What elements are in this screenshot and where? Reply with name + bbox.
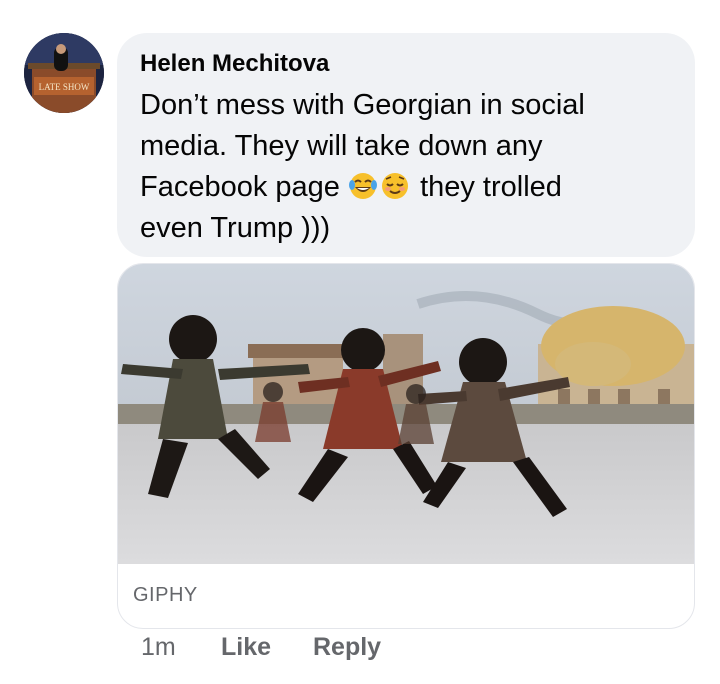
like-button[interactable]: Like (221, 633, 313, 662)
comment-line: media. They will take down any (140, 130, 543, 162)
comment-text-segment: Facebook page (140, 171, 340, 203)
avatar[interactable]: LATE SHOW (24, 33, 104, 113)
relieved-face-icon (382, 173, 408, 199)
comment-line: Facebook page they trolled (140, 167, 671, 208)
comment-line: Don’t mess with Georgian in social (140, 89, 585, 121)
gif-attachment[interactable]: GIPHY (117, 263, 695, 629)
comment-line: even Trump ))) (140, 212, 331, 244)
gif-dancers-image[interactable] (118, 264, 695, 564)
avatar-image: LATE SHOW (24, 33, 104, 113)
comment-timestamp[interactable]: 1m (141, 633, 221, 662)
comment-actions: 1m Like Reply (141, 633, 381, 662)
avatar-sign-text: LATE SHOW (39, 82, 90, 92)
comment-bubble: Helen Mechitova Don’t mess with Georgian… (117, 33, 695, 257)
face-with-tears-of-joy-icon (349, 173, 377, 199)
gif-source-label[interactable]: GIPHY (133, 584, 198, 607)
comment-text-segment: they trolled (420, 171, 562, 203)
reply-button[interactable]: Reply (313, 633, 381, 662)
comment-author[interactable]: Helen Mechitova (140, 49, 671, 79)
comment-text: Don’t mess with Georgian in social media… (140, 85, 671, 249)
